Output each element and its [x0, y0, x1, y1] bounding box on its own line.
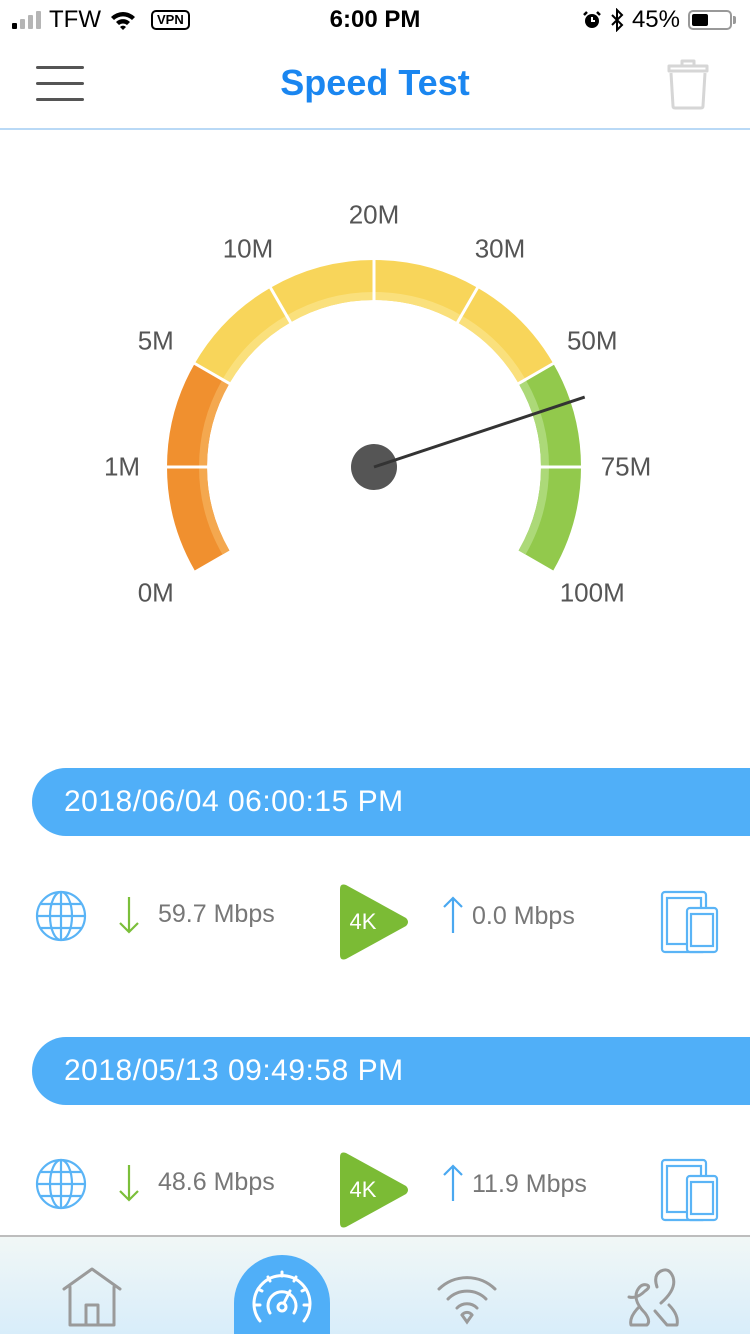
globe-icon	[35, 890, 87, 942]
devices-icon[interactable]	[660, 1158, 720, 1222]
upload-speed: 0.0 Mbps	[472, 902, 575, 930]
quality-badge-label: 4K	[350, 1177, 377, 1202]
nav-bar: Speed Test	[0, 40, 750, 130]
wifi-icon	[437, 1275, 497, 1325]
battery-icon	[688, 10, 736, 30]
gauge-tick-label: 0M	[137, 577, 174, 608]
gauge-tick-label: 50M	[566, 325, 618, 356]
gauge-tick-label: 30M	[474, 233, 526, 264]
tab-family[interactable]	[607, 1237, 707, 1334]
speed-gauge: 0M 1M 5M 10M 20M 30M 50M 75M 100M	[0, 130, 750, 730]
gauge-tick-label: 5M	[137, 325, 174, 356]
home-icon	[62, 1267, 122, 1326]
result-timestamp-header[interactable]: 2018/06/04 06:00:15 PM	[32, 768, 750, 836]
gauge-segment	[167, 467, 230, 571]
gauge-segment	[194, 287, 291, 384]
result-timestamp: 2018/05/13 09:49:58 PM	[64, 1054, 404, 1087]
tab-home[interactable]	[42, 1237, 142, 1334]
gauge-segment	[457, 287, 554, 384]
result-row[interactable]: 59.7 Mbps 4K 0.0 Mbps	[0, 870, 750, 960]
gauge-tick-label: 20M	[348, 199, 400, 230]
upload-speed: 11.9 Mbps	[472, 1170, 587, 1198]
download-speed: 59.7 Mbps	[158, 900, 275, 928]
battery-fill	[692, 14, 709, 26]
upload-arrow-icon	[443, 1164, 463, 1201]
speedometer-icon	[252, 1270, 312, 1322]
family-icon	[627, 1267, 679, 1326]
download-arrow-icon	[119, 1165, 139, 1202]
tab-speed-test[interactable]	[232, 1237, 332, 1334]
globe-icon	[35, 1158, 87, 1210]
4k-quality-badge: 4K	[340, 1152, 408, 1228]
gauge-tick-label: 100M	[559, 577, 625, 608]
result-timestamp: 2018/06/04 06:00:15 PM	[64, 785, 404, 818]
tab-wifi[interactable]	[417, 1237, 517, 1334]
gauge-segment	[518, 467, 581, 571]
gauge-tick-label: 10M	[222, 233, 274, 264]
result-timestamp-header[interactable]: 2018/05/13 09:49:58 PM	[32, 1037, 750, 1105]
quality-badge-label: 4K	[350, 909, 377, 934]
4k-quality-badge: 4K	[340, 884, 408, 960]
battery-percent: 45%	[631, 6, 680, 33]
devices-icon[interactable]	[660, 890, 720, 954]
gauge-tick-label: 75M	[600, 451, 652, 482]
status-bar: TFW VPN 6:00 PM 45%	[0, 0, 750, 40]
alarm-icon	[583, 11, 601, 28]
delete-history-button[interactable]	[666, 58, 710, 110]
gauge-tick-label: 1M	[103, 451, 141, 482]
upload-arrow-icon	[443, 896, 463, 933]
download-arrow-icon	[119, 897, 139, 934]
bluetooth-icon	[611, 8, 624, 32]
tab-bar	[0, 1235, 750, 1334]
download-speed: 48.6 Mbps	[158, 1168, 275, 1196]
status-right: 45%	[582, 6, 736, 34]
page-title: Speed Test	[280, 62, 470, 103]
result-row[interactable]: 48.6 Mbps 4K 11.9 Mbps	[0, 1138, 750, 1228]
trash-icon	[667, 59, 709, 110]
